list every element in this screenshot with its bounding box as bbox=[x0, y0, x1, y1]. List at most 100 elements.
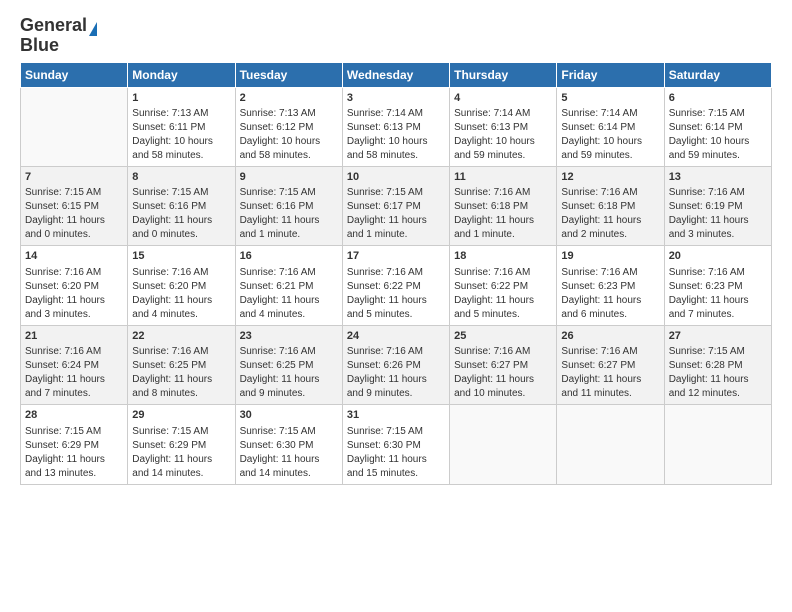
cell-info: and 59 minutes. bbox=[561, 149, 659, 163]
day-number: 7 bbox=[25, 170, 123, 185]
cell-info: and 10 minutes. bbox=[454, 387, 552, 401]
cell-info: and 59 minutes. bbox=[669, 149, 767, 163]
day-number: 4 bbox=[454, 91, 552, 106]
cell-info: Daylight: 11 hours bbox=[25, 214, 123, 228]
day-number: 21 bbox=[25, 329, 123, 344]
cell-info: Sunrise: 7:16 AM bbox=[240, 345, 338, 359]
cell-info: Sunset: 6:19 PM bbox=[669, 200, 767, 214]
cell-info: and 6 minutes. bbox=[561, 308, 659, 322]
cell-info: and 7 minutes. bbox=[669, 308, 767, 322]
cell-info: Sunrise: 7:15 AM bbox=[240, 186, 338, 200]
cell-info: Sunset: 6:12 PM bbox=[240, 121, 338, 135]
cell-info: Sunset: 6:23 PM bbox=[669, 280, 767, 294]
day-header-tuesday: Tuesday bbox=[235, 62, 342, 87]
cell-info: and 58 minutes. bbox=[240, 149, 338, 163]
day-number: 1 bbox=[132, 91, 230, 106]
calendar-cell: 28Sunrise: 7:15 AMSunset: 6:29 PMDayligh… bbox=[21, 405, 128, 484]
cell-info: Daylight: 10 hours bbox=[669, 135, 767, 149]
cell-info: Sunset: 6:25 PM bbox=[132, 359, 230, 373]
cell-info: Sunrise: 7:15 AM bbox=[240, 425, 338, 439]
cell-info: and 3 minutes. bbox=[25, 308, 123, 322]
day-number: 2 bbox=[240, 91, 338, 106]
cell-info: Daylight: 11 hours bbox=[454, 214, 552, 228]
cell-info: and 8 minutes. bbox=[132, 387, 230, 401]
cell-info: Sunrise: 7:15 AM bbox=[347, 425, 445, 439]
calendar-cell: 8Sunrise: 7:15 AMSunset: 6:16 PMDaylight… bbox=[128, 166, 235, 245]
cell-info: Daylight: 11 hours bbox=[454, 373, 552, 387]
calendar-header: SundayMondayTuesdayWednesdayThursdayFrid… bbox=[21, 62, 772, 87]
cell-info: Sunset: 6:16 PM bbox=[240, 200, 338, 214]
cell-info: Sunset: 6:14 PM bbox=[561, 121, 659, 135]
cell-info: Daylight: 11 hours bbox=[25, 373, 123, 387]
logo-general: General bbox=[20, 16, 87, 36]
cell-info: Sunrise: 7:15 AM bbox=[669, 345, 767, 359]
calendar-cell: 27Sunrise: 7:15 AMSunset: 6:28 PMDayligh… bbox=[664, 325, 771, 404]
calendar-cell: 13Sunrise: 7:16 AMSunset: 6:19 PMDayligh… bbox=[664, 166, 771, 245]
cell-info: Sunrise: 7:14 AM bbox=[454, 107, 552, 121]
cell-info: Sunrise: 7:15 AM bbox=[25, 425, 123, 439]
calendar-cell: 9Sunrise: 7:15 AMSunset: 6:16 PMDaylight… bbox=[235, 166, 342, 245]
calendar-cell bbox=[664, 405, 771, 484]
cell-info: Sunrise: 7:13 AM bbox=[240, 107, 338, 121]
calendar-cell: 18Sunrise: 7:16 AMSunset: 6:22 PMDayligh… bbox=[450, 246, 557, 325]
cell-info: Sunset: 6:18 PM bbox=[561, 200, 659, 214]
calendar-cell: 10Sunrise: 7:15 AMSunset: 6:17 PMDayligh… bbox=[342, 166, 449, 245]
logo-triangle-icon bbox=[89, 22, 97, 36]
calendar-cell: 22Sunrise: 7:16 AMSunset: 6:25 PMDayligh… bbox=[128, 325, 235, 404]
calendar-cell: 17Sunrise: 7:16 AMSunset: 6:22 PMDayligh… bbox=[342, 246, 449, 325]
cell-info: Sunrise: 7:15 AM bbox=[669, 107, 767, 121]
cell-info: and 1 minute. bbox=[240, 228, 338, 242]
day-number: 29 bbox=[132, 408, 230, 423]
day-number: 26 bbox=[561, 329, 659, 344]
calendar-cell: 2Sunrise: 7:13 AMSunset: 6:12 PMDaylight… bbox=[235, 87, 342, 166]
calendar-cell: 15Sunrise: 7:16 AMSunset: 6:20 PMDayligh… bbox=[128, 246, 235, 325]
day-number: 31 bbox=[347, 408, 445, 423]
cell-info: and 9 minutes. bbox=[347, 387, 445, 401]
cell-info: and 12 minutes. bbox=[669, 387, 767, 401]
cell-info: Sunset: 6:28 PM bbox=[669, 359, 767, 373]
cell-info: Daylight: 10 hours bbox=[132, 135, 230, 149]
cell-info: Sunrise: 7:16 AM bbox=[132, 266, 230, 280]
cell-info: and 1 minute. bbox=[454, 228, 552, 242]
calendar-cell: 3Sunrise: 7:14 AMSunset: 6:13 PMDaylight… bbox=[342, 87, 449, 166]
day-header-row: SundayMondayTuesdayWednesdayThursdayFrid… bbox=[21, 62, 772, 87]
day-header-thursday: Thursday bbox=[450, 62, 557, 87]
calendar-cell: 11Sunrise: 7:16 AMSunset: 6:18 PMDayligh… bbox=[450, 166, 557, 245]
cell-info: Sunset: 6:14 PM bbox=[669, 121, 767, 135]
calendar-cell: 14Sunrise: 7:16 AMSunset: 6:20 PMDayligh… bbox=[21, 246, 128, 325]
cell-info: Sunrise: 7:16 AM bbox=[561, 345, 659, 359]
cell-info: Daylight: 10 hours bbox=[454, 135, 552, 149]
cell-info: Daylight: 10 hours bbox=[561, 135, 659, 149]
calendar-cell: 1Sunrise: 7:13 AMSunset: 6:11 PMDaylight… bbox=[128, 87, 235, 166]
logo: General Blue bbox=[20, 16, 97, 56]
cell-info: and 2 minutes. bbox=[561, 228, 659, 242]
cell-info: and 9 minutes. bbox=[240, 387, 338, 401]
calendar-cell: 30Sunrise: 7:15 AMSunset: 6:30 PMDayligh… bbox=[235, 405, 342, 484]
day-number: 24 bbox=[347, 329, 445, 344]
day-number: 30 bbox=[240, 408, 338, 423]
day-number: 12 bbox=[561, 170, 659, 185]
day-number: 20 bbox=[669, 249, 767, 264]
calendar-cell: 25Sunrise: 7:16 AMSunset: 6:27 PMDayligh… bbox=[450, 325, 557, 404]
cell-info: Daylight: 11 hours bbox=[669, 214, 767, 228]
calendar-cell: 31Sunrise: 7:15 AMSunset: 6:30 PMDayligh… bbox=[342, 405, 449, 484]
calendar-cell: 19Sunrise: 7:16 AMSunset: 6:23 PMDayligh… bbox=[557, 246, 664, 325]
day-number: 19 bbox=[561, 249, 659, 264]
calendar-cell: 16Sunrise: 7:16 AMSunset: 6:21 PMDayligh… bbox=[235, 246, 342, 325]
day-header-saturday: Saturday bbox=[664, 62, 771, 87]
day-number: 11 bbox=[454, 170, 552, 185]
cell-info: Daylight: 11 hours bbox=[240, 373, 338, 387]
day-number: 25 bbox=[454, 329, 552, 344]
calendar-cell: 4Sunrise: 7:14 AMSunset: 6:13 PMDaylight… bbox=[450, 87, 557, 166]
day-number: 15 bbox=[132, 249, 230, 264]
cell-info: Sunrise: 7:16 AM bbox=[454, 266, 552, 280]
calendar-cell: 20Sunrise: 7:16 AMSunset: 6:23 PMDayligh… bbox=[664, 246, 771, 325]
cell-info: and 3 minutes. bbox=[669, 228, 767, 242]
cell-info: Sunset: 6:25 PM bbox=[240, 359, 338, 373]
day-number: 8 bbox=[132, 170, 230, 185]
calendar-cell: 21Sunrise: 7:16 AMSunset: 6:24 PMDayligh… bbox=[21, 325, 128, 404]
cell-info: and 59 minutes. bbox=[454, 149, 552, 163]
calendar-table: SundayMondayTuesdayWednesdayThursdayFrid… bbox=[20, 62, 772, 485]
cell-info: Sunset: 6:24 PM bbox=[25, 359, 123, 373]
cell-info: Sunset: 6:30 PM bbox=[347, 439, 445, 453]
